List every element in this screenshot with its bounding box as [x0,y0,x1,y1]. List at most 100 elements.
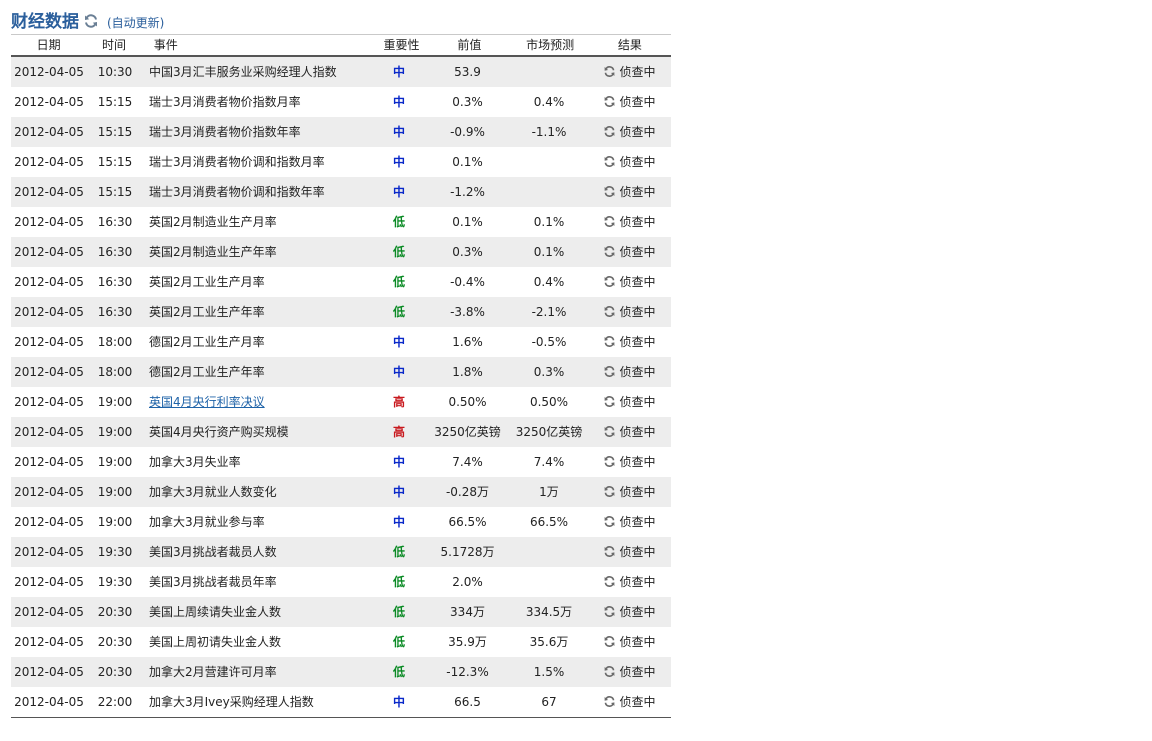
table-row: 2012-04-05 16:30 英国2月工业生产年率 低 -3.8% -2.1% 侦查中 [11,297,671,327]
pending-refresh-icon [603,629,616,647]
event-label: 加拿大3月失业率 [149,455,241,469]
col-header-date: 日期 [36,38,61,52]
cell-result: 侦查中 [588,117,671,147]
cell-time: 20:30 [97,665,133,679]
economic-calendar-widget: 财经数据 (自动更新) 日期 时间 事件 重要性 前值 市场预测 结果 2012… [11,8,671,718]
pending-refresh-icon [603,569,616,587]
cell-result: 侦查中 [588,657,671,687]
importance-badge: 低 [392,275,405,289]
importance-badge: 低 [392,665,405,679]
cell-time: 19:00 [97,395,133,409]
col-header-time: 时间 [102,38,127,52]
cell-time: 19:30 [97,545,133,559]
result-status: 侦查中 [619,575,656,589]
pending-refresh-icon [603,209,616,227]
pending-refresh-icon [603,389,616,407]
cell-forecast: 3250亿英镑 [515,425,583,439]
event-label: 加拿大3月就业参与率 [149,515,265,529]
cell-time: 18:00 [97,335,133,349]
pending-refresh-icon [603,479,616,497]
cell-result: 侦查中 [588,387,671,417]
pending-refresh-icon [603,599,616,617]
cell-result: 侦查中 [588,537,671,567]
cell-date: 2012-04-05 [14,95,84,109]
cell-date: 2012-04-05 [14,185,84,199]
cell-event: 加拿大3月Ivey采购经理人指数 [143,687,373,717]
pending-refresh-icon [603,179,616,197]
refresh-icon[interactable] [83,13,99,29]
cell-forecast [510,177,588,207]
cell-forecast: 35.6万 [529,635,569,649]
pending-refresh-icon [603,89,616,107]
event-label: 美国上周初请失业金人数 [149,635,282,649]
table-row: 2012-04-05 16:30 英国2月工业生产月率 低 -0.4% 0.4% 侦查中 [11,267,671,297]
importance-badge: 高 [392,425,405,439]
cell-forecast: 0.3% [533,365,565,379]
cell-date: 2012-04-05 [14,425,84,439]
cell-event: 加拿大3月就业参与率 [143,507,373,537]
cell-date: 2012-04-05 [14,365,84,379]
cell-previous: 0.1% [452,155,483,169]
cell-previous: 3250亿英镑 [434,425,501,439]
event-label: 瑞士3月消费者物价调和指数月率 [149,155,325,169]
pending-refresh-icon [603,539,616,557]
cell-time: 19:30 [97,575,133,589]
table-row: 2012-04-05 19:00 加拿大3月失业率 中 7.4% 7.4% 侦查中 [11,447,671,477]
event-label: 德国2月工业生产月率 [149,335,265,349]
importance-badge: 中 [392,95,405,109]
table-row: 2012-04-05 19:00 加拿大3月就业人数变化 中 -0.28万 1万 侦查中 [11,477,671,507]
result-status: 侦查中 [619,665,656,679]
cell-time: 16:30 [97,275,133,289]
col-header-event: 事件 [153,38,178,52]
cell-result: 侦查中 [588,507,671,537]
pending-refresh-icon [603,59,616,77]
event-label: 加拿大3月Ivey采购经理人指数 [149,695,314,709]
cell-event: 瑞士3月消费者物价调和指数月率 [143,147,373,177]
cell-result: 侦查中 [588,447,671,477]
cell-result: 侦查中 [588,267,671,297]
cell-result: 侦查中 [588,597,671,627]
cell-forecast: 67 [541,695,557,709]
importance-badge: 低 [392,545,405,559]
cell-previous: 66.5 [454,695,481,709]
importance-badge: 中 [392,365,405,379]
importance-badge: 高 [392,395,405,409]
result-status: 侦查中 [619,545,656,559]
cell-previous: -0.4% [450,275,485,289]
pending-refresh-icon [603,149,616,167]
event-label: 加拿大3月就业人数变化 [149,485,277,499]
cell-forecast: -0.5% [531,335,567,349]
table-row: 2012-04-05 15:15 瑞士3月消费者物价调和指数月率 中 0.1% 侦查中 [11,147,671,177]
col-header-forecast: 市场预测 [526,38,575,52]
cell-previous: 53.9 [454,65,481,79]
result-status: 侦查中 [619,395,656,409]
cell-time: 15:15 [97,125,133,139]
table-row: 2012-04-05 19:30 美国3月挑战者裁员年率 低 2.0% 侦查中 [11,567,671,597]
event-link[interactable]: 英国4月央行利率决议 [149,395,265,409]
table-row: 2012-04-05 20:30 加拿大2月营建许可月率 低 -12.3% 1.5% 侦查中 [11,657,671,687]
table-body: 2012-04-05 10:30 中国3月汇丰服务业采购经理人指数中 53.9 侦查中 2… [11,57,671,717]
result-status: 侦查中 [619,185,656,199]
cell-forecast: 334.5万 [525,605,573,619]
cell-forecast: 0.1% [533,215,565,229]
cell-event[interactable]: 英国4月央行利率决议 [143,387,373,417]
cell-time: 19:00 [97,455,133,469]
pending-refresh-icon [603,449,616,467]
cell-forecast [510,57,588,87]
result-status: 侦查中 [619,275,656,289]
cell-result: 侦查中 [588,147,671,177]
cell-time: 22:00 [97,695,133,709]
cell-time: 19:00 [97,515,133,529]
pending-refresh-icon [603,269,616,287]
result-status: 侦查中 [619,515,656,529]
cell-forecast: -2.1% [531,305,567,319]
cell-forecast [510,537,588,567]
cell-result: 侦查中 [588,627,671,657]
result-status: 侦查中 [619,155,656,169]
cell-time: 15:15 [97,95,133,109]
cell-forecast: 7.4% [533,455,565,469]
event-label: 美国上周续请失业金人数 [149,605,282,619]
cell-time: 15:15 [97,185,133,199]
cell-time: 20:30 [97,605,133,619]
cell-date: 2012-04-05 [14,665,84,679]
